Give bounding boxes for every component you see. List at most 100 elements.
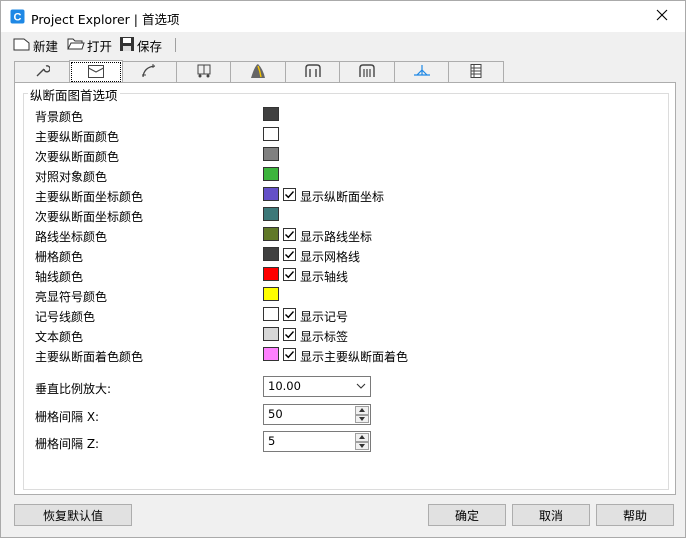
show-checkbox[interactable] — [283, 308, 296, 321]
tab-profile[interactable] — [69, 60, 123, 83]
color-swatch-button[interactable] — [263, 167, 279, 181]
open-button-label: 打开 — [87, 38, 113, 54]
road-icon — [249, 63, 267, 82]
show-checkbox[interactable] — [283, 328, 296, 341]
new-button-label: 新建 — [33, 38, 59, 54]
color-row-label: 背景颜色 — [35, 110, 84, 124]
wrench-icon — [34, 63, 51, 82]
cancel-button[interactable]: 取消 — [512, 504, 590, 526]
show-checkbox[interactable] — [283, 188, 296, 201]
grid-z-spinner[interactable]: 5 — [263, 431, 371, 452]
new-file-icon — [13, 37, 31, 54]
grid-z-up-button[interactable] — [355, 433, 369, 442]
color-swatch-button[interactable] — [263, 327, 279, 341]
color-row-label: 对照对象颜色 — [35, 170, 108, 184]
color-row-label: 记号线颜色 — [35, 310, 96, 324]
tab-table[interactable] — [448, 61, 504, 83]
group-title: 纵断面图首选项 — [28, 85, 120, 104]
reset-defaults-button[interactable]: 恢复默认值 — [14, 504, 132, 526]
checkmark-icon — [285, 191, 295, 199]
open-folder-icon — [67, 37, 85, 54]
checkbox-label: 显示标签 — [300, 330, 349, 344]
table-icon — [468, 63, 484, 82]
color-swatch-button[interactable] — [263, 187, 279, 201]
checkmark-icon — [285, 311, 295, 319]
grid-z-down-button[interactable] — [355, 441, 369, 450]
profile-view-icon — [87, 63, 105, 82]
checkmark-icon — [285, 331, 295, 339]
preferences-panel: 纵断面图首选项 背景颜色 主要纵断面颜色 次要纵断面颜色 对照对象颜色 主要纵断面坐标颜… — [14, 82, 676, 495]
grid-x-label: 栅格间隔 X: — [35, 410, 100, 424]
color-swatch-button[interactable] — [263, 347, 279, 361]
color-row-label: 主要纵断面坐标颜色 — [35, 190, 144, 204]
grid-x-spinner[interactable]: 50 — [263, 404, 371, 425]
color-swatch-button[interactable] — [263, 287, 279, 301]
grid-x-spin-buttons — [355, 406, 369, 423]
arrow-up-icon — [359, 408, 365, 413]
checkmark-icon — [285, 251, 295, 259]
show-checkbox[interactable] — [283, 348, 296, 361]
app-logo-icon: C — [10, 9, 25, 24]
checkbox-label: 显示记号 — [300, 310, 349, 324]
vehicle-icon — [195, 63, 213, 82]
color-row-label: 亮显符号颜色 — [35, 290, 108, 304]
color-swatch-button[interactable] — [263, 147, 279, 161]
checkbox-label: 显示主要纵断面着色 — [300, 350, 409, 364]
arrow-up-icon — [359, 435, 365, 440]
save-button[interactable]: 保存 — [119, 35, 162, 55]
color-swatch-button[interactable] — [263, 247, 279, 261]
color-swatch-button[interactable] — [263, 107, 279, 121]
checkbox-label: 显示网格线 — [300, 250, 361, 264]
tab-alignment[interactable] — [122, 61, 177, 83]
checkbox-label: 显示纵断面坐标 — [300, 190, 385, 204]
color-row-label: 主要纵断面颜色 — [35, 130, 120, 144]
color-row-label: 文本颜色 — [35, 330, 84, 344]
grid-x-down-button[interactable] — [355, 414, 369, 423]
grid-x-value: 50 — [268, 407, 283, 421]
vertical-exaggeration-value: 10.00 — [268, 379, 301, 393]
checkbox-label: 显示路线坐标 — [300, 230, 373, 244]
tab-vehicle[interactable] — [176, 61, 231, 83]
show-checkbox[interactable] — [283, 268, 296, 281]
new-button[interactable]: 新建 — [13, 35, 58, 55]
vertical-exaggeration-select[interactable]: 10.00 — [263, 376, 371, 397]
title-bar: C Project Explorer | 首选项 — [1, 1, 685, 32]
svg-text:C: C — [14, 12, 22, 24]
toolbar-separator — [175, 38, 176, 52]
preferences-window: C Project Explorer | 首选项 新建 打开 保存 纵断面图首选… — [0, 0, 686, 538]
color-swatch-button[interactable] — [263, 227, 279, 241]
color-swatch-button[interactable] — [263, 267, 279, 281]
checkmark-icon — [285, 231, 295, 239]
checkbox-label: 显示轴线 — [300, 270, 349, 284]
grid-z-value: 5 — [268, 434, 276, 448]
grid-z-label: 栅格间隔 Z: — [35, 437, 100, 451]
help-button[interactable]: 帮助 — [596, 504, 674, 526]
grid-x-up-button[interactable] — [355, 406, 369, 415]
color-row-label: 栅格颜色 — [35, 250, 84, 264]
profile-preferences-group: 纵断面图首选项 背景颜色 主要纵断面颜色 次要纵断面颜色 对照对象颜色 主要纵断面坐标颜… — [23, 85, 669, 490]
tab-superelevation[interactable] — [394, 61, 449, 83]
color-swatch-button[interactable] — [263, 127, 279, 141]
color-swatch-button[interactable] — [263, 307, 279, 321]
save-disk-icon — [119, 36, 135, 55]
ok-button[interactable]: 确定 — [428, 504, 506, 526]
close-icon — [656, 9, 668, 24]
tab-road[interactable] — [230, 61, 286, 83]
superelevation-icon — [413, 63, 431, 82]
color-row-label: 路线坐标颜色 — [35, 230, 108, 244]
open-button[interactable]: 打开 — [67, 35, 112, 55]
save-button-label: 保存 — [137, 38, 163, 54]
color-row-label: 次要纵断面坐标颜色 — [35, 210, 144, 224]
tab-cross-section[interactable] — [285, 61, 340, 83]
tab-assembly[interactable] — [339, 61, 395, 83]
close-button[interactable] — [639, 1, 685, 32]
color-swatch-button[interactable] — [263, 207, 279, 221]
show-checkbox[interactable] — [283, 228, 296, 241]
show-checkbox[interactable] — [283, 248, 296, 261]
window-title: Project Explorer | 首选项 — [31, 12, 180, 27]
toolbar: 新建 打开 保存 — [1, 32, 685, 58]
arrow-down-icon — [359, 416, 365, 421]
color-row-label: 轴线颜色 — [35, 270, 84, 284]
grid-z-spin-buttons — [355, 433, 369, 450]
tab-general[interactable] — [14, 61, 70, 83]
